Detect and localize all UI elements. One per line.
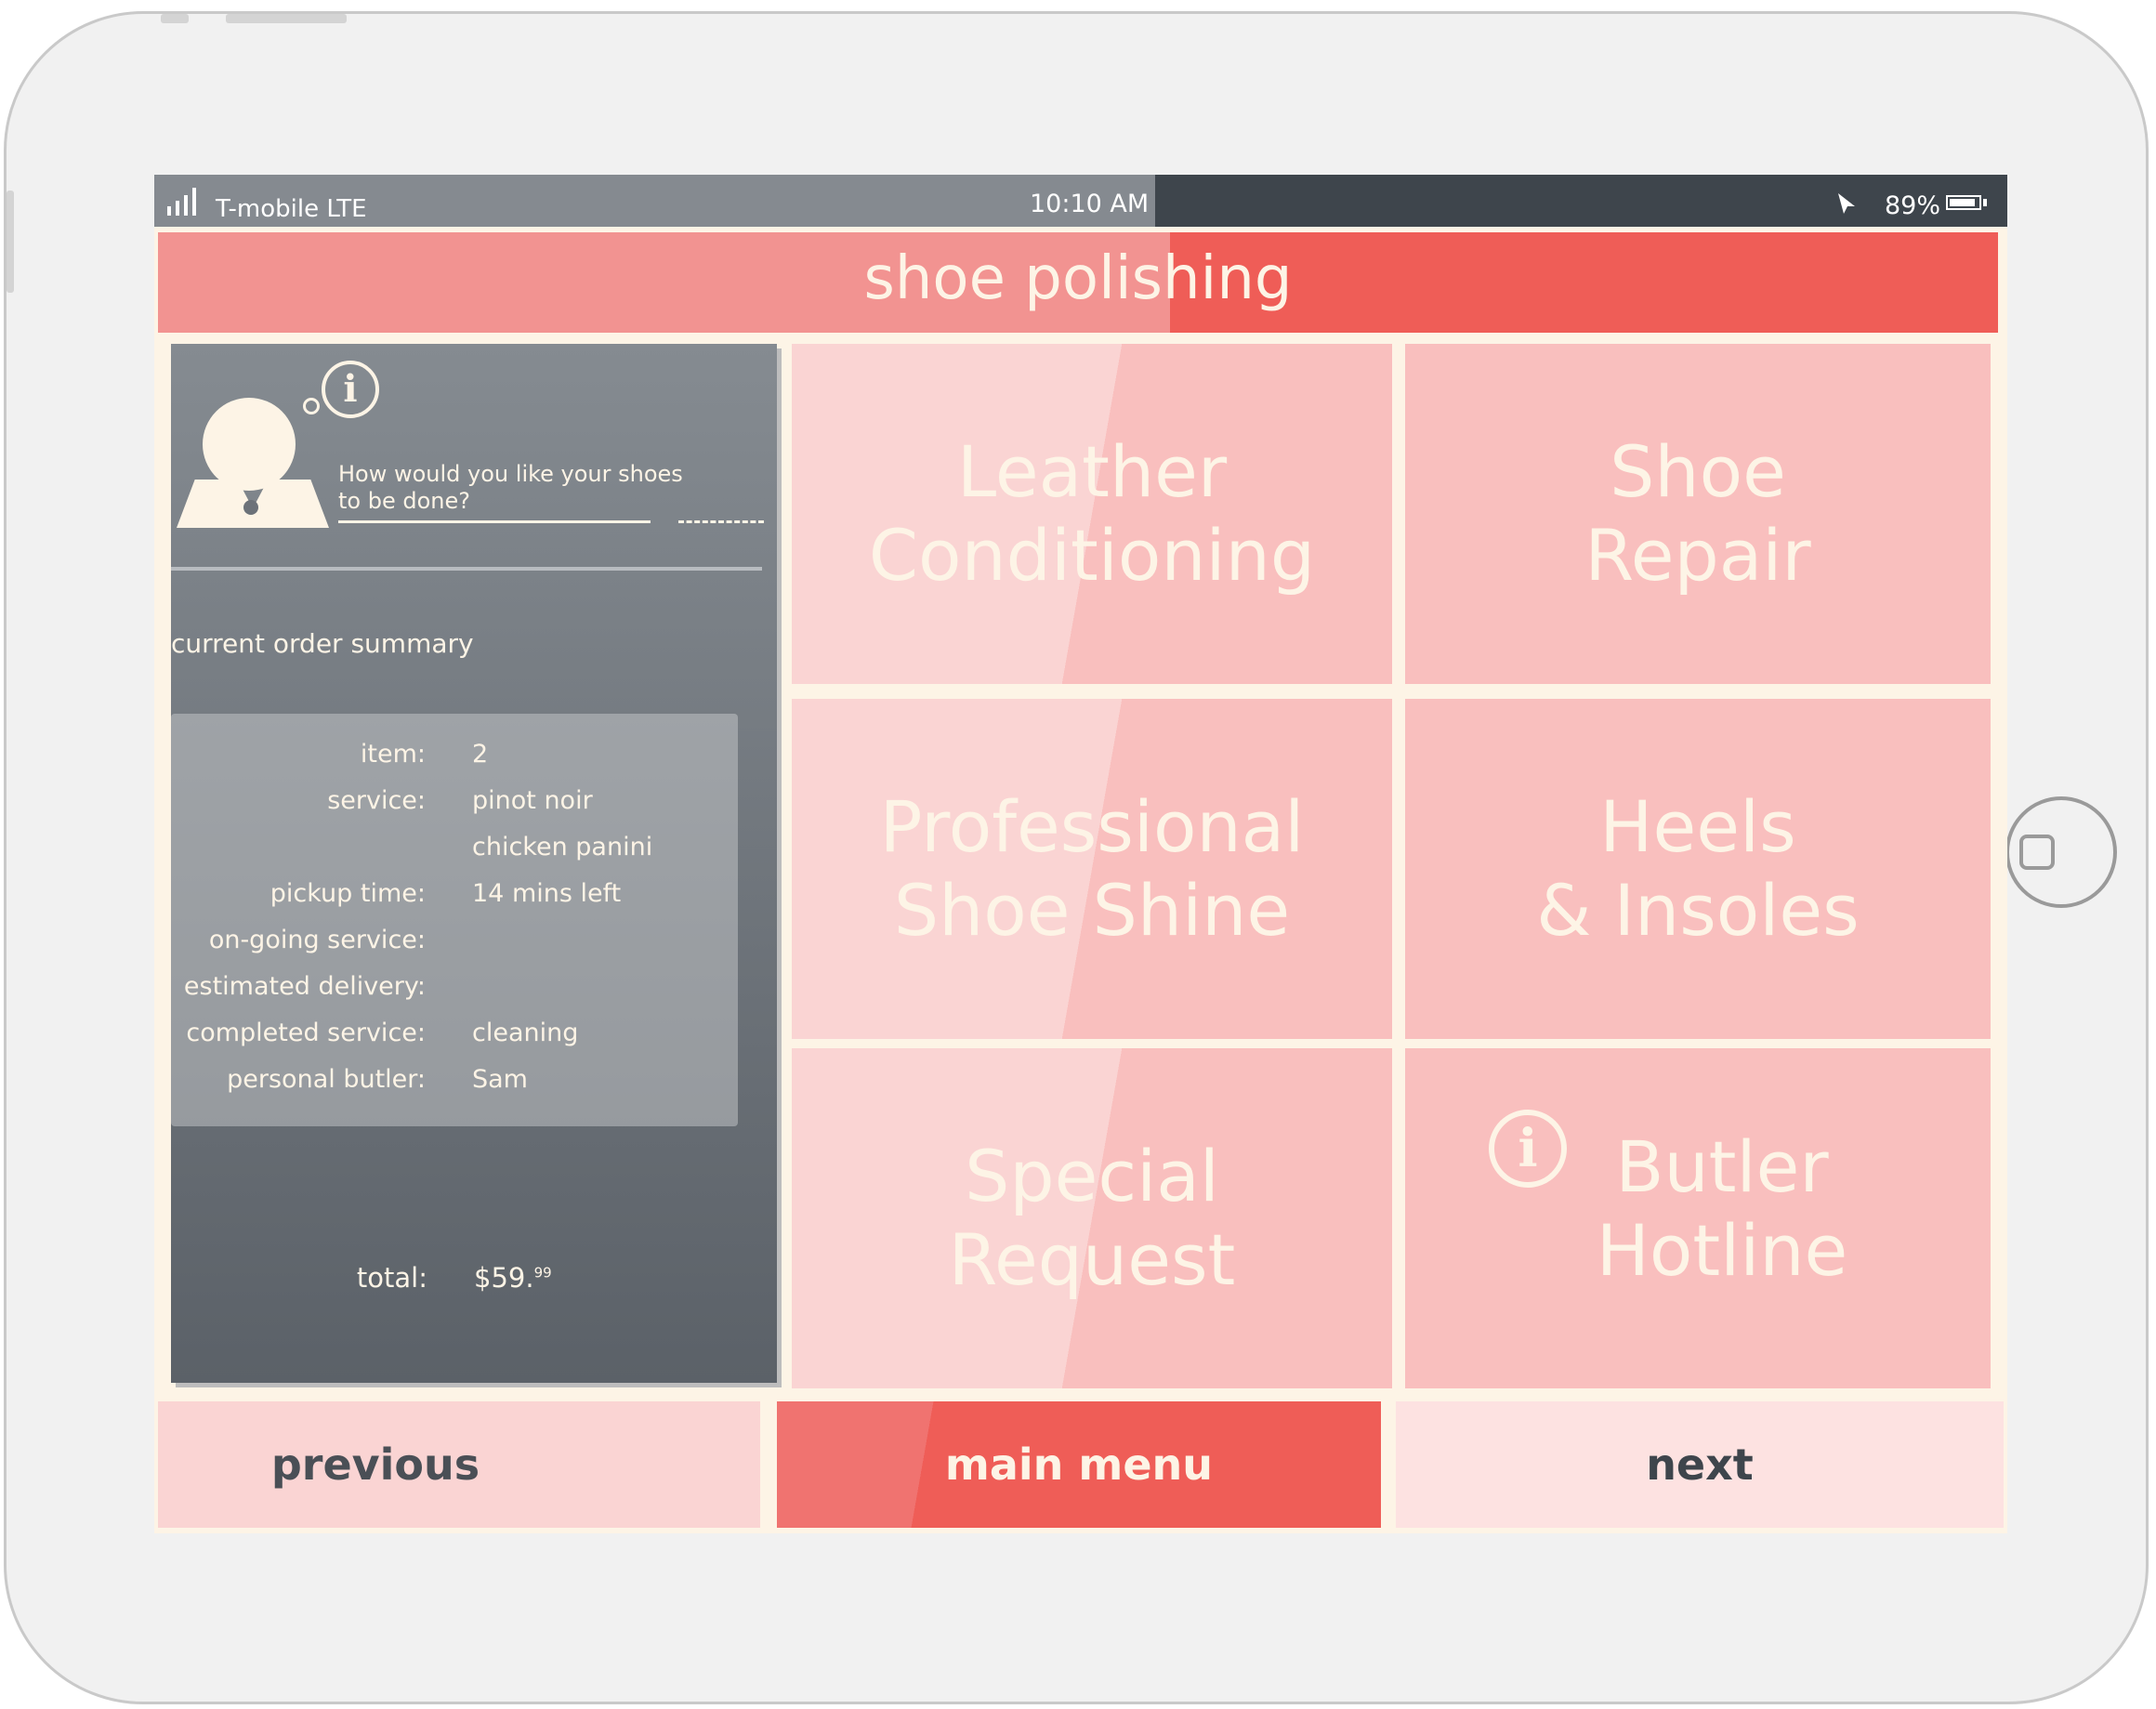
screen: T-mobile LTE 10:10 AM 89% shoe polishing…: [154, 175, 2007, 1533]
summary-row-label: personal butler:: [227, 1065, 426, 1094]
device-side-button: [7, 191, 14, 293]
avatar-icon: [203, 398, 296, 491]
summary-row: estimated delivery:: [171, 972, 738, 1009]
tile-label: Leather Conditioning: [868, 430, 1316, 597]
tile-heels-insoles[interactable]: Heels & Insoles: [1405, 699, 1991, 1039]
order-panel: i How would you like your shoes to be do…: [171, 344, 777, 1383]
main-menu-button[interactable]: main menu: [777, 1401, 1381, 1528]
panel-divider: [171, 567, 762, 571]
tile-label: Butler Hotline: [1596, 1125, 1848, 1292]
tile-special-request[interactable]: Special Request: [792, 1048, 1392, 1388]
previous-label: previous: [270, 1440, 480, 1490]
summary-row: service: pinot noir: [171, 786, 738, 823]
next-button[interactable]: next: [1396, 1401, 2004, 1528]
previous-button[interactable]: previous: [158, 1401, 760, 1528]
answer-placeholder-dashes: [678, 520, 764, 523]
summary-row: on-going service:: [171, 926, 738, 963]
summary-row: chicken panini: [171, 833, 738, 870]
summary-row-label: pickup time:: [270, 879, 426, 908]
battery-fill: [1950, 199, 1975, 206]
device-volume-button: [226, 14, 347, 23]
summary-row-value: 2: [472, 740, 489, 769]
summary-row-label: service:: [327, 786, 426, 815]
total-cents: 99: [533, 1264, 552, 1282]
tile-leather-conditioning[interactable]: Leather Conditioning: [792, 344, 1392, 684]
summary-row-label: estimated delivery:: [183, 972, 426, 1001]
tile-professional-shoe-shine[interactable]: Professional Shoe Shine: [792, 699, 1392, 1039]
summary-row: completed service: cleaning: [171, 1019, 738, 1056]
summary-row-value: Sam: [472, 1065, 528, 1094]
order-summary-title: current order summary: [171, 628, 474, 659]
summary-row-value: pinot noir: [472, 786, 593, 815]
tile-label: Professional Shoe Shine: [879, 785, 1305, 952]
status-bar: T-mobile LTE 10:10 AM 89%: [154, 175, 2007, 227]
summary-row-value: 14 mins left: [472, 879, 622, 908]
summary-row: item: 2: [171, 740, 738, 777]
battery-cap: [1983, 199, 1987, 206]
tile-label: Special Request: [948, 1135, 1236, 1301]
info-icon: i: [1489, 1110, 1567, 1188]
tile-label: Shoe Repair: [1584, 430, 1811, 597]
assistant-question: How would you like your shoes to be done…: [338, 461, 683, 514]
info-icon[interactable]: i: [322, 361, 379, 418]
battery-percent: 89%: [1885, 191, 1941, 220]
total-label: total:: [356, 1262, 427, 1294]
summary-row: personal butler: Sam: [171, 1065, 738, 1102]
carrier-label: T-mobile LTE: [216, 195, 367, 223]
clock: 10:10 AM: [1030, 190, 1150, 218]
signal-icon: [167, 188, 196, 216]
summary-row-value: cleaning: [472, 1019, 579, 1047]
summary-row-label: on-going service:: [208, 926, 426, 954]
tile-label: Heels & Insoles: [1536, 785, 1860, 952]
thought-bubble-dot: [303, 398, 320, 414]
summary-row-value: chicken panini: [472, 833, 653, 861]
avatar-button-dot: [243, 500, 258, 515]
summary-row-label: completed service:: [186, 1019, 426, 1047]
order-summary-box: item: 2 service: pinot noir chicken pani…: [171, 714, 738, 1126]
answer-input-line[interactable]: [338, 520, 651, 523]
total-value: $59.99: [474, 1262, 552, 1294]
tile-butler-hotline[interactable]: i Butler Hotline: [1405, 1048, 1991, 1388]
summary-row: pickup time: 14 mins left: [171, 879, 738, 916]
total-dollars: $59.: [474, 1262, 534, 1294]
battery-icon: [1946, 195, 1981, 210]
location-cursor-icon: [1838, 193, 1855, 214]
page-title: shoe polishing: [158, 232, 1998, 333]
tile-shoe-repair[interactable]: Shoe Repair: [1405, 344, 1991, 684]
summary-row-label: item:: [360, 740, 426, 769]
home-button-icon: [2019, 835, 2055, 870]
device-top-button: [161, 14, 189, 23]
